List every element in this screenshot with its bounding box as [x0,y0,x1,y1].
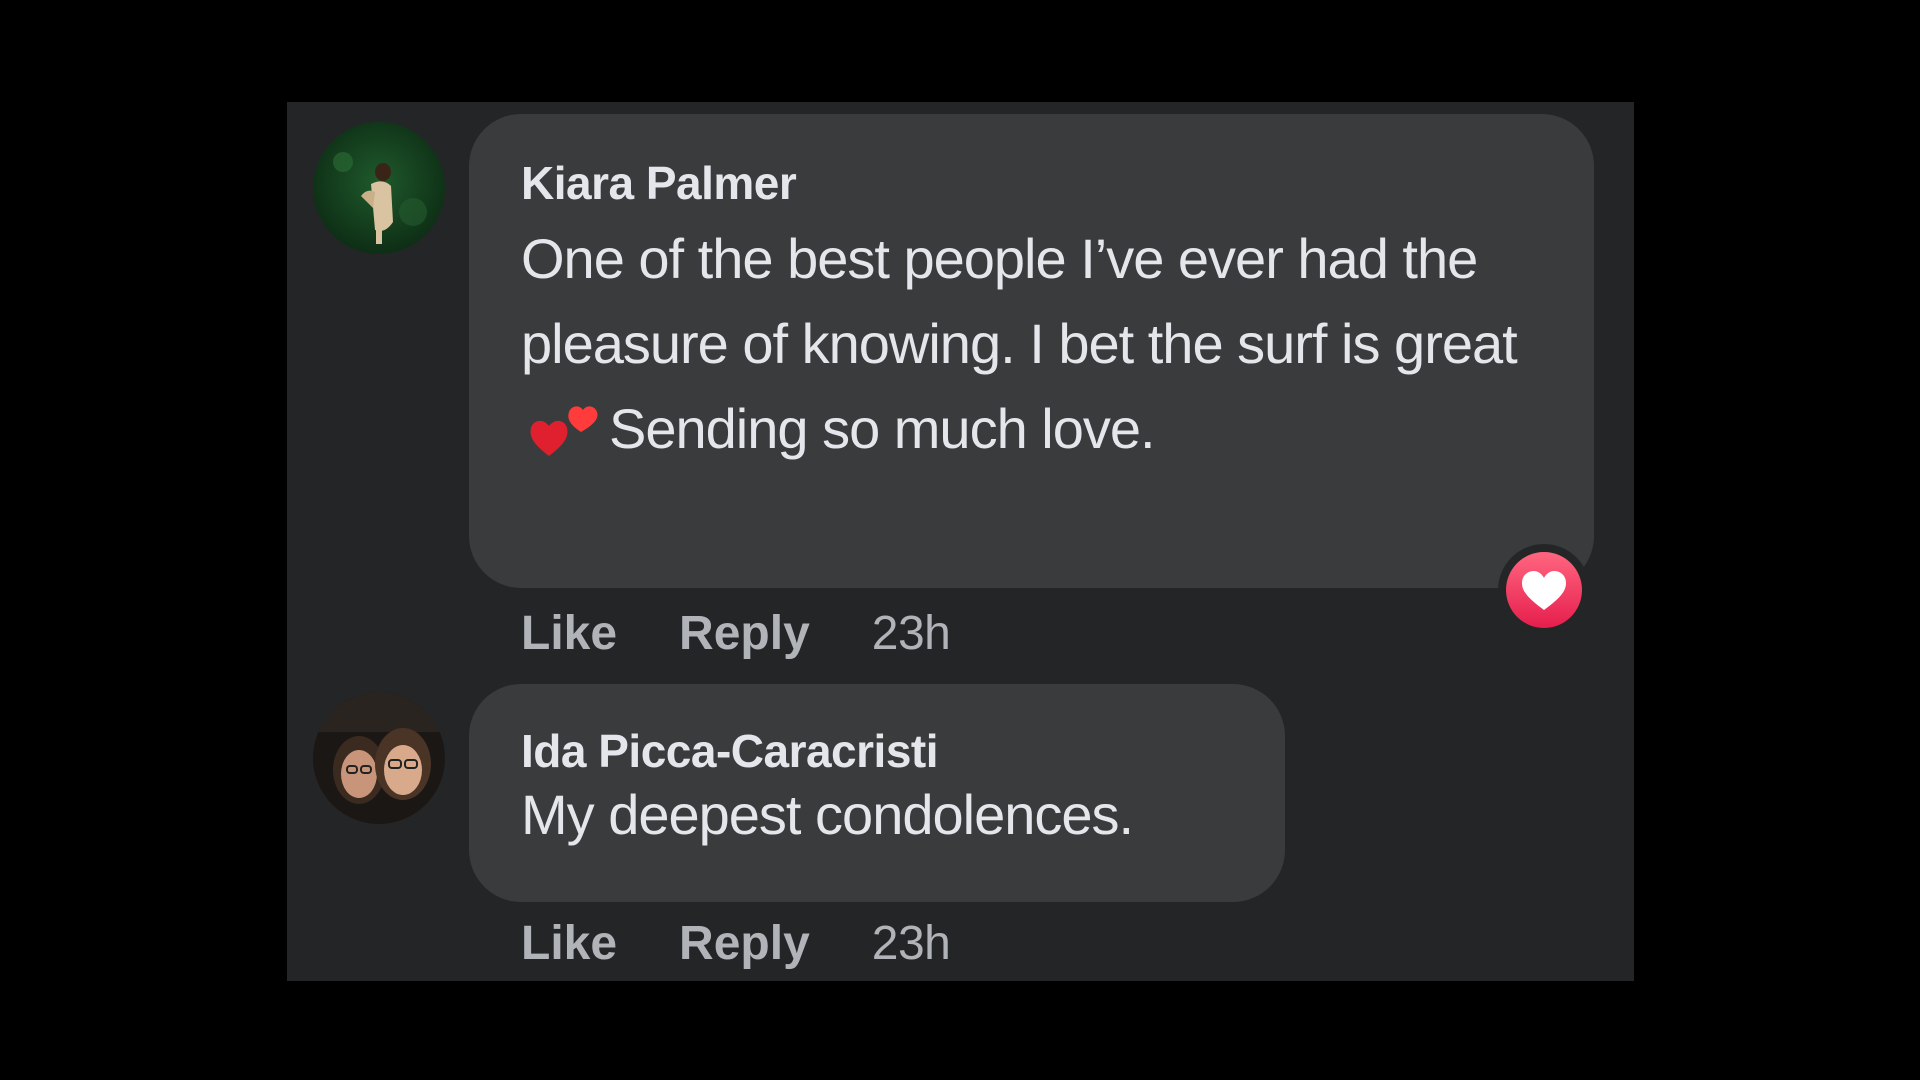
comment-bubble: Ida Picca-Caracristi My deepest condolen… [469,684,1285,902]
comment-text-part: One of the best people I’ve ever had the… [521,227,1518,375]
comment-actions: Like Reply 23h [521,606,951,662]
comment-actions: Like Reply 23h [521,916,951,972]
comment-text: My deepest condolences. [521,783,1134,846]
avatar-image [313,692,445,824]
comments-panel: Kiara Palmer One of the best people I’ve… [287,102,1634,981]
comment-author[interactable]: Ida Picca-Caracristi [521,724,1231,778]
comment-author[interactable]: Kiara Palmer [521,156,1540,210]
avatar[interactable] [313,692,445,824]
comment-timestamp[interactable]: 23h [872,607,951,660]
comment-timestamp[interactable]: 23h [872,917,951,970]
two-hearts-emoji-icon [530,406,598,456]
avatar[interactable] [313,122,445,254]
love-reaction-icon [1506,552,1582,628]
avatar-image [313,122,445,254]
like-button[interactable]: Like [521,607,617,660]
like-button[interactable]: Like [521,917,617,970]
reply-button[interactable]: Reply [679,917,810,970]
comment-bubble: Kiara Palmer One of the best people I’ve… [469,114,1594,588]
comment-text-part: Sending so much love. [609,397,1156,460]
reaction-badge[interactable] [1498,544,1590,636]
comment-text: One of the best people I’ve ever had the… [521,216,1540,471]
reply-button[interactable]: Reply [679,607,810,660]
